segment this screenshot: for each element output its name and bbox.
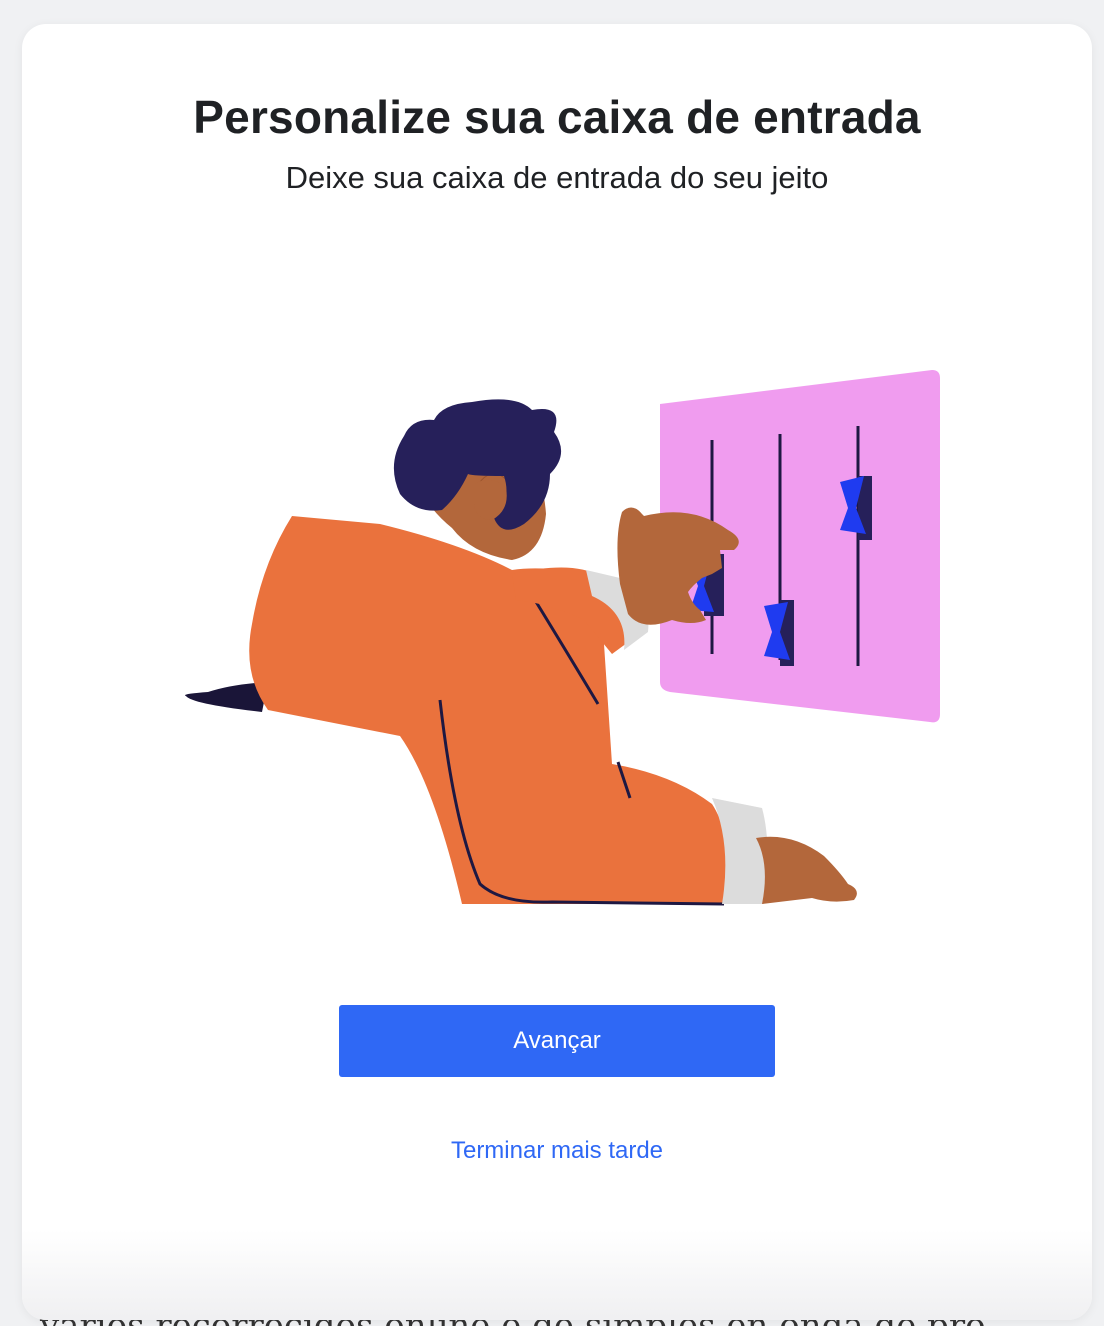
dialog-bottom-fade	[22, 1230, 1092, 1320]
finish-later-link[interactable]: Terminar mais tarde	[22, 1137, 1092, 1165]
next-button[interactable]: Avançar	[339, 1005, 775, 1077]
dialog-subtitle: Deixe sua caixa de entrada do seu jeito	[285, 160, 829, 195]
foot	[756, 836, 857, 904]
dialog-title: Personalize sua caixa de entrada	[193, 91, 921, 143]
onboarding-dialog: Personalize sua caixa de entrada Deixe s…	[22, 24, 1092, 1320]
person-adjusting-sliders-illustration	[184, 370, 940, 906]
